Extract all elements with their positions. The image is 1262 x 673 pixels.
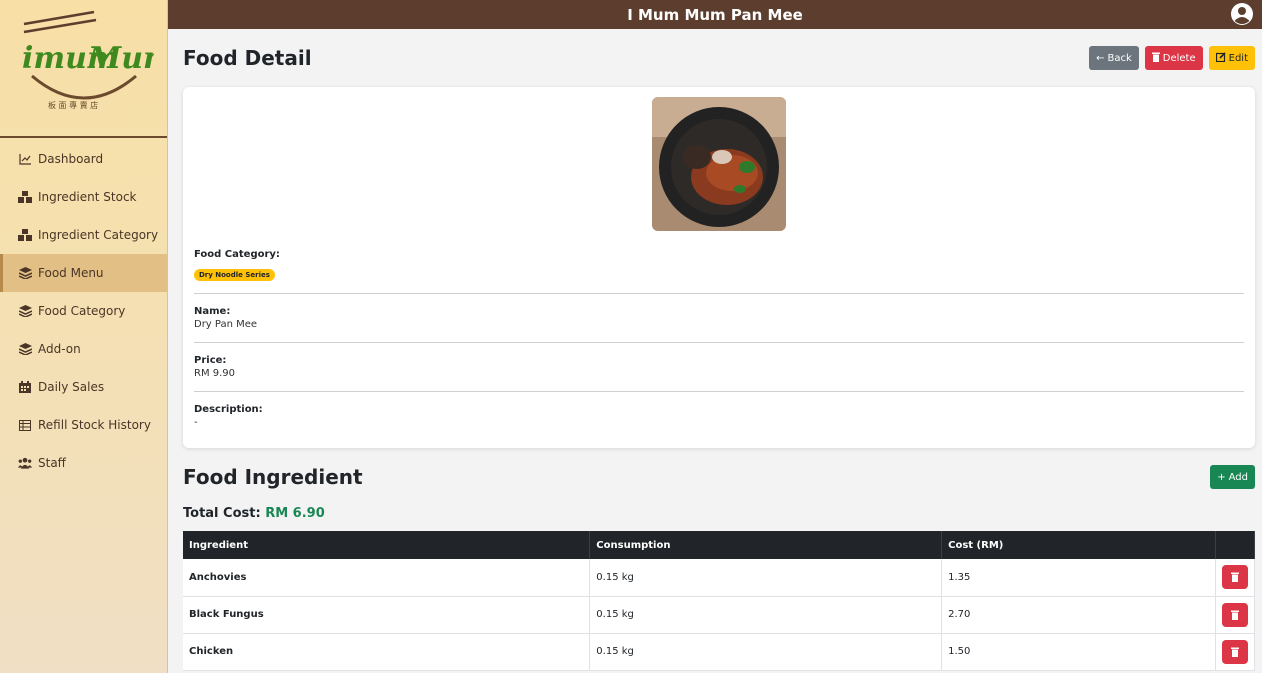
delete-button-label: Delete — [1162, 52, 1196, 64]
sidebar-item-label: Add-on — [38, 342, 81, 356]
ingredient-consumption: 0.15 kg — [589, 596, 943, 634]
table-row: Black Fungus 0.15 kg 2.70 — [183, 596, 1256, 634]
price-value: RM 9.90 — [194, 368, 236, 379]
price-field: Price: RM 9.90 — [194, 342, 1244, 391]
table-icon — [18, 418, 32, 432]
ingredient-table: Ingredient Consumption Cost (RM) Anchovi… — [183, 531, 1256, 671]
sidebar-item-refill-stock-history[interactable]: Refill Stock History — [0, 406, 167, 444]
sidebar-item-ingredient-category[interactable]: Ingredient Category — [0, 216, 167, 254]
ingredient-cost: 2.70 — [941, 596, 1216, 634]
back-button-label: Back — [1107, 52, 1132, 64]
food-category-field: Food Category: Dry Noodle Series — [194, 249, 1244, 293]
app-title: I Mum Mum Pan Mee — [627, 5, 803, 24]
total-cost-value: RM 6.90 — [265, 506, 325, 521]
ingredient-consumption: 0.15 kg — [589, 633, 943, 671]
calendar-icon — [18, 380, 32, 394]
column-header-consumption: Consumption — [589, 531, 943, 559]
boxes-icon — [18, 228, 32, 242]
edit-button-label: Edit — [1228, 52, 1248, 64]
edit-icon — [1215, 51, 1226, 65]
row-delete-button[interactable] — [1221, 602, 1248, 627]
table-row: Anchovies 0.15 kg 1.35 — [183, 559, 1256, 597]
food-category-label: Food Category: — [194, 249, 280, 260]
sidebar-item-label: Food Category — [38, 304, 126, 318]
trash-icon — [1151, 52, 1160, 65]
name-value: Dry Pan Mee — [194, 319, 258, 330]
sidebar: imum Mum 板 面 專 賣 店 Dashboard Ingredient … — [0, 0, 168, 673]
add-button-label: Add — [1228, 471, 1248, 483]
sidebar-item-label: Dashboard — [38, 152, 104, 166]
ingredient-consumption: 0.15 kg — [589, 559, 943, 597]
price-label: Price: — [194, 355, 227, 366]
description-value: - — [194, 417, 198, 428]
food-detail-card: Food Category: Dry Noodle Series Name: D… — [183, 87, 1255, 448]
description-field: Description: - — [194, 391, 1244, 440]
layers-icon — [18, 266, 32, 280]
description-label: Description: — [194, 404, 263, 415]
ingredient-cost: 1.35 — [941, 559, 1216, 597]
sidebar-item-label: Ingredient Stock — [38, 190, 137, 204]
page-title: Food Detail — [183, 46, 312, 70]
svg-text:板 面 專 賣 店: 板 面 專 賣 店 — [48, 100, 98, 110]
add-ingredient-button[interactable]: + Add — [1210, 465, 1255, 489]
noodle-bowl-logo-icon: imum Mum 板 面 專 賣 店 — [22, 10, 154, 110]
svg-text:Mum: Mum — [87, 41, 154, 76]
plus-icon: + — [1217, 471, 1226, 483]
food-image — [652, 97, 786, 231]
users-icon — [18, 456, 32, 470]
ingredient-name: Chicken — [183, 633, 591, 671]
row-delete-button[interactable] — [1221, 565, 1248, 590]
total-cost-label: Total Cost: — [183, 506, 261, 521]
food-name-field: Name: Dry Pan Mee — [194, 293, 1244, 342]
layers-icon — [18, 304, 32, 318]
boxes-icon — [18, 190, 32, 204]
sidebar-item-label: Daily Sales — [38, 380, 105, 394]
sidebar-item-dashboard[interactable]: Dashboard — [0, 140, 167, 178]
sidebar-item-label: Food Menu — [38, 266, 104, 280]
name-label: Name: — [194, 306, 231, 317]
sidebar-item-staff[interactable]: Staff — [0, 444, 167, 482]
user-avatar-icon[interactable] — [1230, 2, 1254, 26]
sidebar-item-food-category[interactable]: Food Category — [0, 292, 167, 330]
arrow-left-icon: ← — [1096, 52, 1105, 64]
back-button[interactable]: ← Back — [1089, 46, 1139, 70]
layers-icon — [18, 342, 32, 356]
chart-line-icon — [18, 152, 32, 166]
trash-icon — [1230, 647, 1239, 657]
ingredient-name: Black Fungus — [183, 596, 591, 634]
sidebar-item-label: Staff — [38, 456, 66, 470]
column-header-action — [1215, 531, 1256, 559]
sidebar-item-label: Ingredient Category — [38, 228, 159, 242]
ingredient-cost: 1.50 — [941, 633, 1216, 671]
sidebar-item-add-on[interactable]: Add-on — [0, 330, 167, 368]
trash-icon — [1230, 610, 1239, 620]
row-delete-button[interactable] — [1221, 639, 1248, 664]
column-header-cost: Cost (RM) — [941, 531, 1216, 559]
sidebar-item-food-menu[interactable]: Food Menu — [0, 254, 167, 292]
sidebar-item-daily-sales[interactable]: Daily Sales — [0, 368, 167, 406]
category-badge: Dry Noodle Series — [194, 269, 275, 281]
table-row: Chicken 0.15 kg 1.50 — [183, 633, 1256, 671]
sidebar-item-ingredient-stock[interactable]: Ingredient Stock — [0, 178, 167, 216]
total-cost: Total Cost: RM 6.90 — [183, 506, 1255, 521]
food-ingredient-title: Food Ingredient — [183, 465, 363, 489]
trash-icon — [1230, 572, 1239, 583]
top-header: I Mum Mum Pan Mee — [168, 0, 1262, 29]
sidebar-item-label: Refill Stock History — [38, 418, 151, 432]
ingredient-name: Anchovies — [183, 559, 591, 597]
table-header-row: Ingredient Consumption Cost (RM) — [183, 531, 1256, 559]
edit-button[interactable]: Edit — [1208, 46, 1255, 70]
main-content: Food Detail ← Back Delete Edit Food Cate… — [168, 29, 1262, 673]
delete-button[interactable]: Delete — [1144, 46, 1203, 70]
brand-logo[interactable]: imum Mum 板 面 專 賣 店 — [0, 0, 167, 138]
column-header-ingredient: Ingredient — [183, 531, 591, 559]
